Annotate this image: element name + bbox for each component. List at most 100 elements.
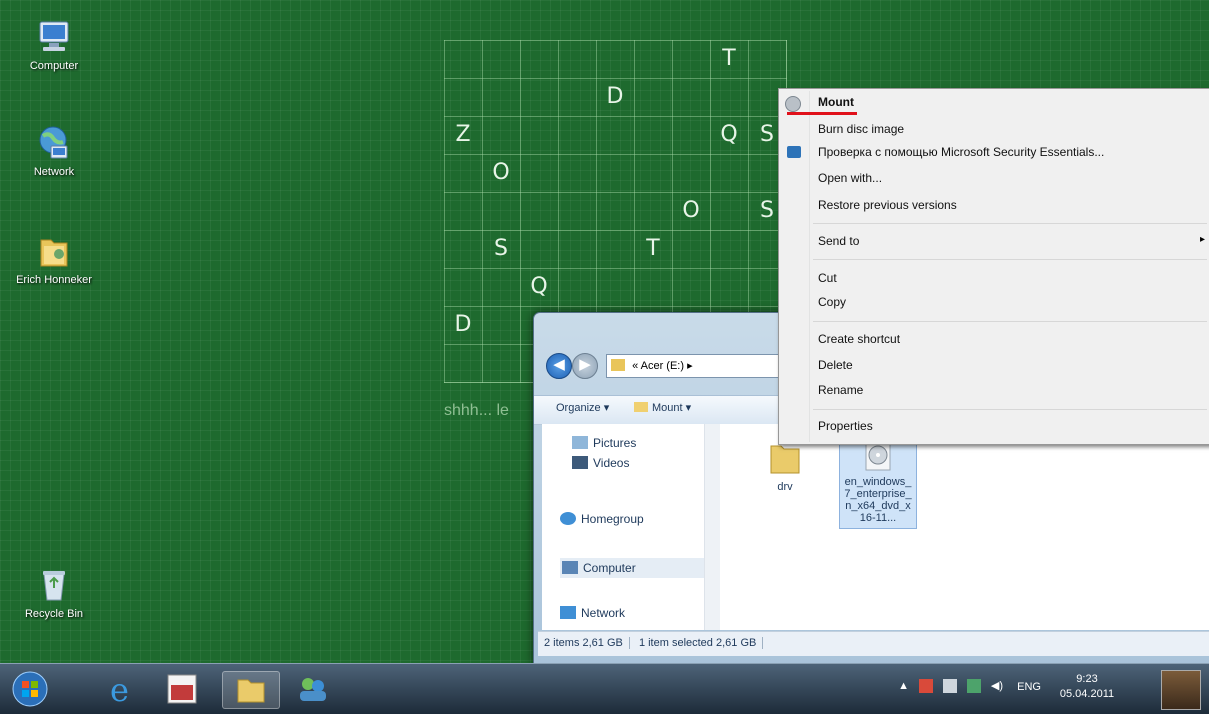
videos-icon bbox=[572, 456, 588, 469]
windows-logo-icon bbox=[12, 671, 48, 707]
disc-icon bbox=[785, 96, 801, 112]
puzzle-letter: Z bbox=[455, 122, 471, 147]
back-button[interactable]: ◀ bbox=[546, 353, 572, 379]
menu-item-cut[interactable]: Cut bbox=[818, 271, 837, 285]
user-avatar[interactable] bbox=[1161, 670, 1201, 710]
arrow-left-icon: ◀ bbox=[553, 356, 565, 373]
menu-item-delete[interactable]: Delete bbox=[818, 358, 853, 372]
nav-item-videos[interactable]: Videos bbox=[572, 456, 629, 470]
mount-button-label: Mount ▾ bbox=[652, 402, 692, 414]
submenu-arrow-icon: ▸ bbox=[1199, 234, 1205, 245]
menu-item-properties[interactable]: Properties bbox=[818, 419, 873, 433]
user-folder-icon bbox=[40, 239, 68, 267]
puzzle-letter: S bbox=[494, 236, 508, 261]
desktop-icon-computer[interactable]: Computer bbox=[14, 18, 94, 72]
folder-icon bbox=[237, 679, 265, 703]
puzzle-letter: T bbox=[646, 236, 660, 261]
address-text: « Acer (E:) ▸ bbox=[632, 360, 693, 372]
menu-item-rename[interactable]: Rename bbox=[818, 383, 863, 397]
folder-icon bbox=[611, 359, 625, 371]
security-essentials-icon bbox=[787, 146, 801, 158]
language-indicator[interactable]: ENG bbox=[1017, 681, 1041, 693]
clock-date: 05.04.2011 bbox=[1059, 688, 1115, 700]
taskbar-internet-explorer[interactable]: e bbox=[100, 671, 146, 709]
menu-item-scan-security-essentials[interactable]: Проверка с помощью Microsoft Security Es… bbox=[818, 145, 1104, 159]
status-item-count: 2 items 2,61 GB bbox=[538, 637, 630, 649]
pictures-icon bbox=[572, 436, 588, 449]
nav-item-label: Pictures bbox=[593, 436, 637, 450]
menu-item-create-shortcut[interactable]: Create shortcut bbox=[818, 332, 900, 346]
puzzle-caption: shhh... le bbox=[444, 402, 509, 419]
clock[interactable]: 9:23 05.04.2011 bbox=[1051, 672, 1123, 702]
puzzle-letter: D bbox=[606, 84, 624, 109]
desktop-icon-user-folder[interactable]: Erich Honneker bbox=[14, 232, 94, 286]
puzzle-letter: Q bbox=[720, 122, 738, 147]
forward-button[interactable]: ▶ bbox=[572, 353, 598, 379]
file-name: drv bbox=[777, 481, 793, 493]
puzzle-letter: D bbox=[454, 312, 472, 337]
menu-separator bbox=[813, 409, 1207, 410]
action-center-flag-icon[interactable] bbox=[919, 679, 933, 693]
computer-icon bbox=[39, 21, 69, 51]
highlight-underline bbox=[787, 112, 857, 115]
puzzle-letter: O bbox=[492, 160, 510, 185]
network-status-icon[interactable] bbox=[967, 679, 981, 693]
clock-time: 9:23 bbox=[1076, 673, 1098, 685]
nav-item-label: Computer bbox=[583, 561, 636, 575]
desktop-icon-recycle-bin[interactable]: Recycle Bin bbox=[14, 566, 94, 620]
file-name: en_windows_7_enterprise_n_x64_dvd_x16-11… bbox=[844, 476, 912, 524]
menu-gutter bbox=[809, 91, 810, 442]
computer-icon bbox=[562, 561, 578, 574]
address-bar[interactable]: « Acer (E:) ▸ bbox=[606, 354, 788, 378]
menu-separator bbox=[813, 321, 1207, 322]
nav-item-network[interactable]: Network bbox=[560, 606, 625, 620]
show-hidden-icons-button[interactable]: ▲ bbox=[898, 680, 909, 692]
network-icon bbox=[560, 606, 576, 619]
desktop-icon-network[interactable]: Network bbox=[14, 124, 94, 178]
internet-explorer-icon: e bbox=[110, 671, 129, 709]
mount-button[interactable]: Mount ▾ bbox=[634, 401, 691, 414]
nav-item-homegroup[interactable]: Homegroup bbox=[560, 512, 644, 526]
menu-item-copy[interactable]: Copy bbox=[818, 295, 846, 309]
desktop-icon-label: Computer bbox=[29, 60, 79, 72]
status-bar: 2 items 2,61 GB 1 item selected 2,61 GB bbox=[538, 631, 1209, 656]
puzzle-letter: Q bbox=[530, 274, 548, 299]
menu-item-open-with[interactable]: Open with... bbox=[818, 171, 882, 185]
puzzle-letter: T bbox=[722, 46, 736, 71]
status-selected: 1 item selected 2,61 GB bbox=[632, 637, 764, 649]
puzzle-letter: O bbox=[682, 198, 700, 223]
taskbar-app-media[interactable] bbox=[160, 671, 206, 707]
media-app-icon bbox=[167, 674, 197, 704]
taskbar-windows-explorer[interactable] bbox=[222, 671, 280, 709]
recycle-bin-icon bbox=[43, 571, 65, 601]
navigation-pane[interactable]: Pictures Videos Homegroup Computer Netwo… bbox=[542, 424, 727, 630]
homegroup-icon bbox=[560, 512, 576, 525]
navigation-scrollbar[interactable] bbox=[704, 424, 720, 630]
file-item-folder[interactable]: drv bbox=[745, 438, 825, 493]
volume-icon[interactable]: ◀) bbox=[991, 679, 1003, 692]
menu-item-restore-previous-versions[interactable]: Restore previous versions bbox=[818, 198, 957, 212]
start-button[interactable] bbox=[10, 671, 50, 707]
nav-item-label: Videos bbox=[593, 456, 630, 470]
menu-item-send-to[interactable]: Send to bbox=[818, 234, 859, 248]
arrow-right-icon: ▶ bbox=[579, 356, 591, 373]
people-app-icon bbox=[300, 678, 326, 701]
device-icon[interactable] bbox=[943, 679, 957, 693]
network-globe-icon bbox=[39, 126, 68, 159]
file-item-iso-selected[interactable]: en_windows_7_enterprise_n_x64_dvd_x16-11… bbox=[839, 432, 917, 529]
nav-item-computer[interactable]: Computer bbox=[560, 558, 712, 578]
taskbar-app-network[interactable] bbox=[290, 671, 336, 707]
desktop-icon-label: Erich Honneker bbox=[16, 274, 92, 286]
nav-item-label: Network bbox=[581, 606, 626, 620]
context-menu: Mount Burn disc image Проверка с помощью… bbox=[778, 88, 1209, 445]
organize-button[interactable]: Organize ▾ bbox=[556, 401, 609, 414]
menu-separator bbox=[813, 259, 1207, 260]
nav-item-label: Homegroup bbox=[581, 512, 644, 526]
menu-item-burn-disc-image[interactable]: Burn disc image bbox=[818, 122, 904, 136]
menu-separator bbox=[813, 223, 1207, 224]
nav-item-pictures[interactable]: Pictures bbox=[572, 436, 636, 450]
taskbar: e ▲ ◀) ENG 9:23 05.04.2011 bbox=[0, 663, 1209, 714]
menu-item-mount[interactable]: Mount bbox=[818, 95, 854, 109]
file-list[interactable]: drv en_windows_7_enterprise_n_x64_dvd_x1… bbox=[727, 424, 1209, 630]
desktop-icon-label: Recycle Bin bbox=[24, 608, 84, 620]
